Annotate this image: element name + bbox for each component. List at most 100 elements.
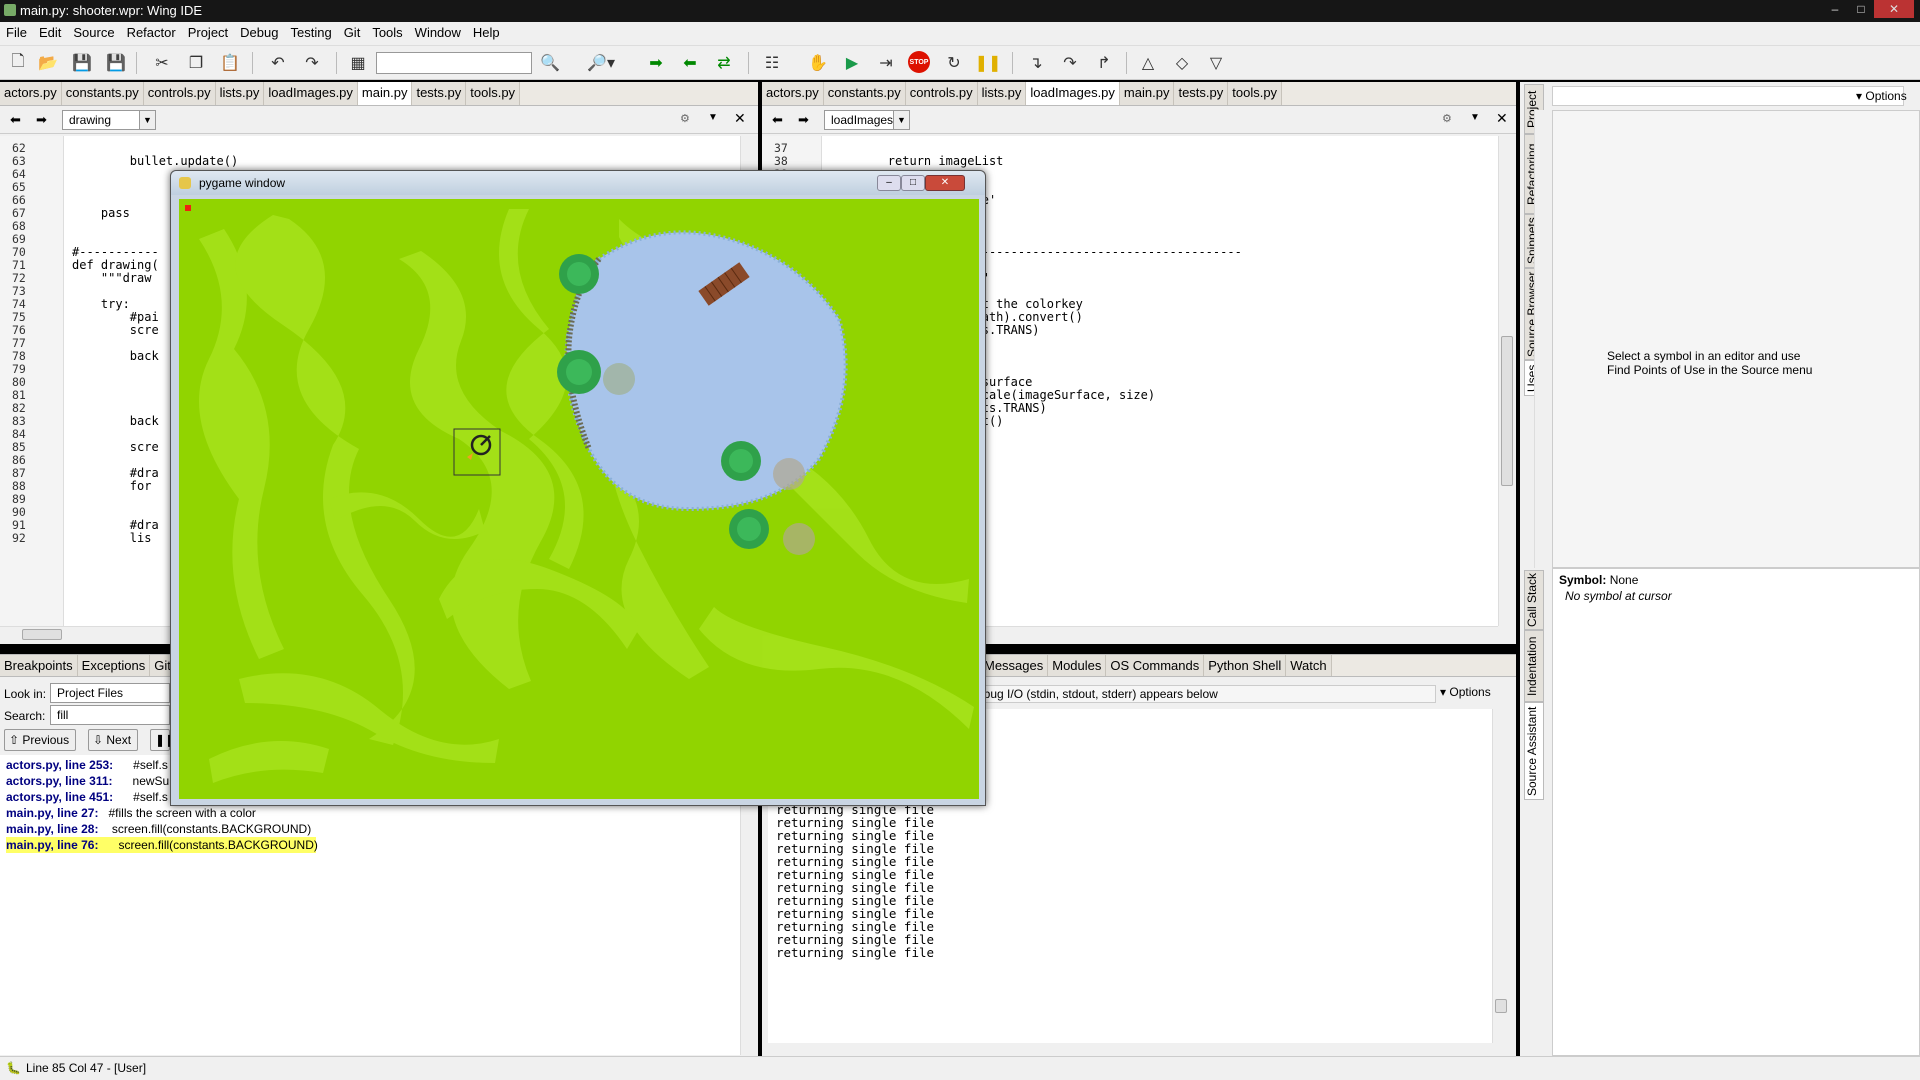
debug-config-icon[interactable]: ☷ bbox=[760, 51, 784, 75]
save-icon[interactable]: 💾 bbox=[70, 51, 94, 75]
menu-debug[interactable]: Debug bbox=[234, 22, 284, 43]
menu-file[interactable]: File bbox=[0, 22, 33, 43]
close-editor-icon[interactable]: ✕ bbox=[734, 110, 746, 127]
outdent-icon[interactable]: ⬅ bbox=[678, 51, 702, 75]
open-folder-icon[interactable]: 📂 bbox=[36, 51, 60, 75]
tab-tools[interactable]: tools.py bbox=[466, 82, 521, 105]
stop-search-button[interactable]: ❚❚ bbox=[150, 729, 175, 751]
undo-icon[interactable]: ↶ bbox=[266, 51, 290, 75]
tab-tests[interactable]: tests.py bbox=[412, 82, 467, 105]
menu-git[interactable]: Git bbox=[338, 22, 367, 43]
tab-os-commands[interactable]: OS Commands bbox=[1106, 655, 1205, 676]
code-line[interactable]: scre bbox=[72, 322, 159, 338]
tab-tools[interactable]: tools.py bbox=[1228, 82, 1283, 105]
list-item[interactable]: actors.py, line 311: newSu bbox=[6, 773, 169, 789]
pg-close-button[interactable]: ✕ bbox=[925, 175, 965, 191]
save-all-icon[interactable]: 💾 bbox=[104, 51, 128, 75]
tab-breakpoints[interactable]: Breakpoints bbox=[0, 655, 78, 676]
list-item[interactable]: main.py, line 28: screen.fill(constants.… bbox=[6, 821, 311, 837]
tab-loadimages[interactable]: loadImages.py bbox=[264, 82, 358, 105]
tab-watch[interactable]: Watch bbox=[1286, 655, 1332, 676]
menu-refactor[interactable]: Refactor bbox=[121, 22, 182, 43]
tab-lists[interactable]: lists.py bbox=[977, 82, 1027, 105]
new-file-icon[interactable]: 🗋 bbox=[6, 51, 30, 75]
menu-window[interactable]: Window bbox=[409, 22, 467, 43]
vtab-source-assistant[interactable]: Source Assistant bbox=[1524, 702, 1544, 800]
tab-main[interactable]: main.py bbox=[357, 82, 413, 105]
options-gear-icon[interactable]: ⚙ bbox=[680, 112, 690, 125]
pg-minimize-button[interactable]: – bbox=[877, 175, 901, 191]
code-line[interactable]: lis bbox=[72, 530, 152, 546]
tab-modules[interactable]: Modules bbox=[1048, 655, 1107, 676]
list-item[interactable]: actors.py, line 451: #self.s bbox=[6, 789, 168, 805]
paste-icon[interactable]: 📋 bbox=[218, 51, 242, 75]
menu-chevron-icon[interactable]: ▼ bbox=[708, 112, 718, 123]
tab-constants[interactable]: constants.py bbox=[61, 82, 144, 105]
right-editor-vscroll[interactable] bbox=[1498, 136, 1515, 626]
close-editor-icon[interactable]: ✕ bbox=[1496, 110, 1508, 127]
step-into-icon[interactable]: ↴ bbox=[1024, 51, 1048, 75]
goto-icon[interactable]: ▦ bbox=[346, 51, 370, 75]
close-button[interactable]: ✕ bbox=[1874, 0, 1914, 18]
list-item[interactable]: actors.py, line 253: #self.s bbox=[6, 757, 168, 773]
browser-filter-input[interactable] bbox=[1552, 86, 1904, 106]
menu-source[interactable]: Source bbox=[67, 22, 120, 43]
menu-testing[interactable]: Testing bbox=[284, 22, 337, 43]
back-arrow-icon[interactable]: ⬅ bbox=[10, 112, 21, 128]
tab-exceptions[interactable]: Exceptions bbox=[77, 655, 151, 676]
code-line[interactable]: """draw bbox=[72, 270, 152, 286]
maximize-button[interactable]: □ bbox=[1848, 0, 1874, 18]
scope-select[interactable]: loadImages ▼ bbox=[824, 110, 910, 130]
code-line[interactable]: return imageList bbox=[830, 153, 1004, 169]
browser-options-button[interactable]: ▾ Options bbox=[1856, 86, 1916, 106]
indent-icon[interactable]: ➡ bbox=[644, 51, 668, 75]
previous-button[interactable]: ⇧ Previous bbox=[4, 729, 76, 751]
copy-icon[interactable]: ❐ bbox=[184, 51, 208, 75]
menu-tools[interactable]: Tools bbox=[366, 22, 408, 43]
tab-loadimages[interactable]: loadImages.py bbox=[1026, 82, 1120, 105]
list-item-selected[interactable]: main.py, line 76: screen.fill(constants.… bbox=[6, 837, 318, 853]
search-options-icon[interactable]: 🔎▾ bbox=[584, 51, 618, 75]
game-canvas[interactable] bbox=[179, 199, 979, 799]
vtab-indentation[interactable]: Indentation bbox=[1524, 630, 1544, 702]
redo-icon[interactable]: ↷ bbox=[300, 51, 324, 75]
tab-controls[interactable]: controls.py bbox=[143, 82, 216, 105]
code-line[interactable]: for bbox=[72, 478, 152, 494]
search-icon[interactable]: 🔍 bbox=[538, 51, 562, 75]
down-stack-icon[interactable]: ▽ bbox=[1204, 51, 1228, 75]
output-vscroll[interactable] bbox=[1492, 709, 1509, 1043]
tab-python-shell[interactable]: Python Shell bbox=[1204, 655, 1287, 676]
search-field[interactable]: fill bbox=[50, 705, 170, 725]
look-in-select[interactable]: Project Files bbox=[50, 683, 170, 703]
code-line[interactable]: pass bbox=[72, 205, 130, 221]
options-gear-icon[interactable]: ⚙ bbox=[1442, 112, 1452, 125]
menu-help[interactable]: Help bbox=[467, 22, 506, 43]
cut-icon[interactable]: ✂ bbox=[150, 51, 174, 75]
forward-arrow-icon[interactable]: ➡ bbox=[798, 112, 809, 128]
code-line[interactable]: back bbox=[72, 348, 159, 364]
pause-icon[interactable]: ❚❚ bbox=[975, 51, 1002, 75]
tab-actors[interactable]: actors.py bbox=[0, 82, 62, 105]
step-to-icon[interactable]: ⇥ bbox=[874, 51, 898, 75]
swap-icon[interactable]: ⇄ bbox=[712, 51, 736, 75]
browser-vscroll[interactable] bbox=[1534, 110, 1550, 568]
tab-lists[interactable]: lists.py bbox=[215, 82, 265, 105]
restart-icon[interactable]: ↻ bbox=[942, 51, 966, 75]
menu-project[interactable]: Project bbox=[182, 22, 234, 43]
menu-chevron-icon[interactable]: ▼ bbox=[1470, 112, 1480, 123]
code-line[interactable]: back bbox=[72, 413, 159, 429]
menu-edit[interactable]: Edit bbox=[33, 22, 67, 43]
tab-main[interactable]: main.py bbox=[1119, 82, 1175, 105]
code-line[interactable]: bullet.update() bbox=[72, 153, 238, 169]
up-stack-icon[interactable]: △ bbox=[1136, 51, 1160, 75]
step-out-icon[interactable]: ↱ bbox=[1092, 51, 1116, 75]
forward-arrow-icon[interactable]: ➡ bbox=[36, 112, 47, 128]
tab-controls[interactable]: controls.py bbox=[905, 82, 978, 105]
pygame-window[interactable]: pygame window – □ ✕ bbox=[170, 170, 986, 806]
hand-icon[interactable]: ✋ bbox=[806, 51, 830, 75]
pg-maximize-button[interactable]: □ bbox=[901, 175, 925, 191]
next-button[interactable]: ⇩ Next bbox=[88, 729, 138, 751]
search-input[interactable] bbox=[376, 52, 532, 74]
debug-options-button[interactable]: ▾ Options bbox=[1440, 685, 1491, 699]
code-line[interactable]: scre bbox=[72, 439, 159, 455]
